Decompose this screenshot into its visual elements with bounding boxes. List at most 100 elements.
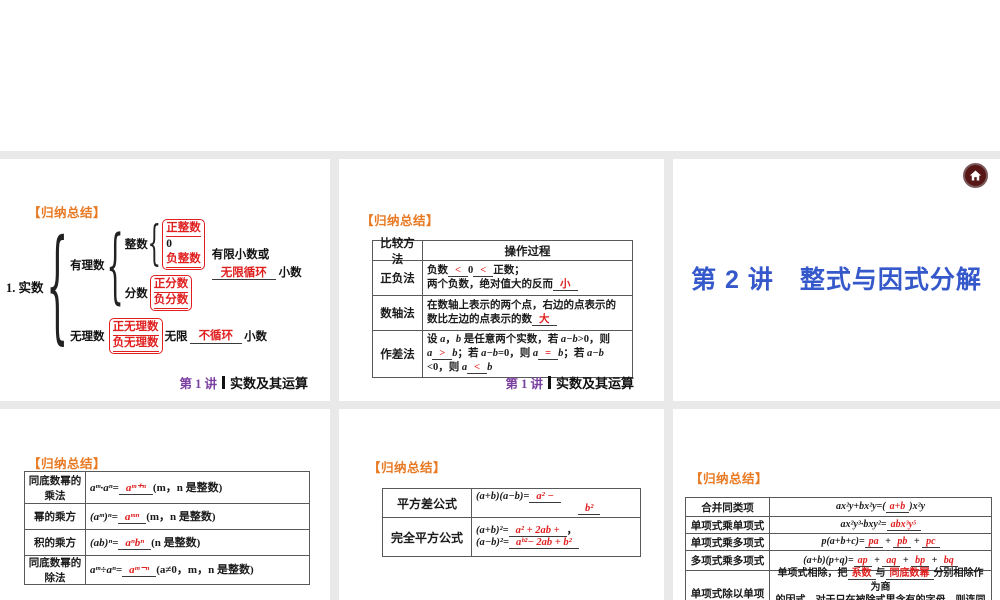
formula-line: (a+b)²= a² + 2ab +， — [476, 524, 578, 537]
tree-root-label: 1. 实数 — [6, 280, 44, 295]
formula-line: ax²y³·bxy²= abx³y⁵ — [841, 518, 921, 532]
row-value-sign-method: 负数 <0 < 正数； 两个负数，绝对值大的反而小 — [423, 261, 633, 296]
summary-label: 【归纳总结】 — [361, 214, 440, 228]
brace-medium: { — [105, 217, 124, 313]
lecture-number: 第 1 讲 — [505, 377, 543, 391]
footer-divider — [221, 376, 225, 389]
answer-repeating: 无限循环 — [211, 266, 276, 280]
row-label-number-line: 数轴法 — [373, 296, 423, 331]
chapter-title: 第 2 讲 整式与因式分解 — [691, 266, 982, 294]
brace-small: { — [147, 216, 161, 273]
row-value-subtraction: 设 a，b 是任意两个实数，若 a−b>0，则 a > b；若 a−b=0，则 a =… — [423, 331, 633, 378]
slide-footer: 第 1 讲 实数及其运算 — [505, 373, 634, 392]
formula-line: (ab)ⁿ= aⁿbⁿ (n 是整数) — [90, 536, 201, 550]
row-label-same-base-multiply: 同底数幂的乘法 — [25, 472, 86, 504]
answer-negative-irrationals: 负无理数 — [112, 336, 159, 352]
formula-wrap-line: b² — [476, 503, 636, 516]
decimal-note-suffix: 小数 — [275, 266, 302, 279]
text-line: 设 a，b 是任意两个实数，若 a−b>0，则 — [427, 334, 610, 345]
answer-positive-irrationals: 正无理数 — [112, 320, 159, 336]
fraction-answer-box: 正分数 负分数 — [149, 274, 193, 311]
lecture-number: 第 1 讲 — [179, 377, 217, 391]
grid-gap-vertical-left — [330, 151, 339, 600]
row-value-combine-like-terms: ax²y+bx²y=(a+b)x²y — [770, 498, 992, 517]
answer-negative-integers: 负整数 — [166, 252, 201, 268]
grid-gap-horizontal-top — [0, 151, 1000, 159]
row-label-polynomial-times-polynomial: 多项式乘多项式 — [686, 551, 770, 571]
row-label-perfect-square: 完全平方公式 — [383, 518, 472, 557]
grid-gap-horizontal-middle — [0, 401, 1000, 409]
slide-square-formulas[interactable]: 【归纳总结】 平方差公式 (a+b)(a−b)= a² − b² 完全平方公式 (… — [339, 409, 664, 600]
col-header-method: 比较方法 — [373, 238, 423, 266]
text-line: 负数 <0 < 正数； — [427, 265, 525, 277]
formula-line: p(a+b+c)= pa + pb + pc — [821, 535, 940, 549]
row-value-monomial-divided-by-monomial: 单项式相除，把系数与同底数幂分别相除作为商 的因式，对于只在被除式里含有的字母，… — [770, 568, 992, 600]
zero-item: 0 — [166, 237, 173, 250]
irrational-answer-box: 正无理数 负无理数 — [108, 317, 163, 354]
decimal-note-line1: 有限小数或 — [211, 249, 270, 262]
row-value-monomial-times-monomial: ax²y³·bxy²= abx³y⁵ — [770, 517, 992, 534]
integer-label: 整数 — [124, 239, 148, 252]
slide-real-number-tree[interactable]: 【归纳总结】 1. 实数 { 有理数 { 整数 { 正整数 0 负整数 分数 正… — [0, 159, 330, 401]
answer-negative-fractions: 负分数 — [153, 293, 189, 309]
row-label-power-of-product: 积的乘方 — [25, 530, 86, 556]
text-line: 在数轴上表示的两个点，右边的点表示的 — [427, 300, 616, 311]
row-value-power-of-power: (aᵐ)ⁿ= aᵐⁿ (m，n 是整数) — [86, 504, 310, 530]
formula-line: (a−b)²= aᵇ²− 2ab + b² — [476, 537, 636, 550]
row-label-monomial-times-monomial: 单项式乘单项式 — [686, 517, 770, 534]
row-label-subtraction: 作差法 — [373, 331, 423, 378]
irrational-label: 无理数 — [70, 330, 105, 343]
footer-divider — [547, 376, 551, 389]
slide-chapter-title[interactable]: 第 2 讲 整式与因式分解 — [673, 159, 1000, 401]
text-line: 两个负数，绝对值大的反而小 — [427, 278, 628, 292]
comparison-table: 比较方法 操作过程 正负法 负数 <0 < 正数； 两个负数，绝对值大的反而小 数轴法… — [372, 238, 633, 378]
slide-footer: 第 1 讲 实数及其运算 — [179, 373, 308, 392]
irrational-mid-text: 无限 — [164, 330, 188, 343]
decimal-note-line2: 无限循环 小数 — [211, 265, 302, 283]
formula-line: ax²y+bx²y=(a+b)x²y — [835, 501, 926, 514]
row-label-monomial-times-polynomial: 单项式乘多项式 — [686, 534, 770, 551]
text-line: a > b；若 a−b=0，则 a = b；若 a−b — [427, 348, 604, 360]
fraction-label: 分数 — [124, 287, 148, 300]
grid-gap-vertical-right — [664, 151, 673, 600]
polynomial-operations-table: 合并同类项 ax²y+bx²y=(a+b)x²y 单项式乘单项式 ax²y³·b… — [685, 497, 992, 600]
rational-label: 有理数 — [70, 259, 105, 272]
text-line: 数比左边的点表示的数大 — [427, 313, 628, 327]
lecture-title: 实数及其运算 — [555, 376, 634, 391]
summary-label: 【归纳总结】 — [690, 472, 769, 486]
col-header-procedure: 操作过程 — [423, 241, 633, 261]
fraction-branch: 分数 正分数 负分数 — [124, 274, 205, 311]
real-number-tree: 1. 实数 { 有理数 { 整数 { 正整数 0 负整数 分数 正分数 负分数 … — [6, 219, 302, 354]
power-rules-table: 同底数幂的乘法 aᵐ·aⁿ= aᵐ⁺ⁿ (m，n 是整数) 幂的乘方 (aᵐ)ⁿ= a… — [24, 471, 310, 585]
row-value-same-base-multiply: aᵐ·aⁿ= aᵐ⁺ⁿ (m，n 是整数) — [86, 472, 310, 504]
answer-nonrepeating: 不循环 — [189, 327, 243, 345]
row-label-sign-method: 正负法 — [373, 261, 423, 296]
slide-comparison-methods[interactable]: 【归纳总结】 比较方法 操作过程 正负法 负数 <0 < 正数； 两个负数，绝对值大的… — [339, 159, 664, 401]
lecture-title: 实数及其运算 — [229, 376, 308, 391]
rational-branch: 有理数 { 整数 { 正整数 0 负整数 分数 正分数 负分数 有限小数或 无限… — [70, 219, 302, 311]
formula-line: (a+b)(a−b)= a² − — [476, 490, 636, 504]
irrational-branch: 无理数 正无理数 负无理数 无限 不循环 小数 — [70, 317, 302, 354]
summary-label: 【归纳总结】 — [28, 457, 107, 471]
row-value-perfect-square: (a+b)²= a² + 2ab +， (a−b)²= aᵇ²− 2ab + b² — [472, 518, 641, 557]
slide-power-rules[interactable]: 【归纳总结】 同底数幂的乘法 aᵐ·aⁿ= aᵐ⁺ⁿ (m，n 是整数) 幂的乘方 … — [0, 409, 330, 600]
integer-branch: 整数 { 正整数 0 负整数 — [125, 219, 205, 270]
row-value-number-line: 在数轴上表示的两个点，右边的点表示的 数比左边的点表示的数大 — [423, 296, 633, 331]
row-label-same-base-divide: 同底数幂的除法 — [25, 556, 86, 585]
summary-label: 【归纳总结】 — [368, 461, 447, 475]
irrational-suffix: 小数 — [244, 330, 268, 343]
home-button[interactable] — [963, 163, 988, 188]
slide-polynomial-operations[interactable]: 【归纳总结】 合并同类项 ax²y+bx²y=(a+b)x²y 单项式乘单项式 … — [673, 409, 1000, 600]
row-label-combine-like-terms: 合并同类项 — [686, 498, 770, 517]
square-formulas-table: 平方差公式 (a+b)(a−b)= a² − b² 完全平方公式 (a+b)²= a… — [382, 488, 641, 557]
row-label-power-of-power: 幂的乘方 — [25, 504, 86, 530]
decimal-note: 有限小数或 无限循环 小数 — [211, 247, 302, 283]
formula-line: aᵐ÷aⁿ= aᵐ⁻ⁿ (a≠0，m，n 是整数) — [90, 564, 254, 577]
home-icon — [969, 170, 982, 181]
brace-large: { — [45, 214, 68, 358]
answer-positive-fractions: 正分数 — [153, 277, 189, 293]
row-value-difference-of-squares: (a+b)(a−b)= a² − b² — [472, 489, 641, 518]
row-value-monomial-times-polynomial: p(a+b+c)= pa + pb + pc — [770, 534, 992, 551]
row-value-same-base-divide: aᵐ÷aⁿ= aᵐ⁻ⁿ (a≠0，m，n 是整数) — [86, 556, 310, 585]
integer-answer-box: 正整数 0 负整数 — [162, 219, 205, 270]
